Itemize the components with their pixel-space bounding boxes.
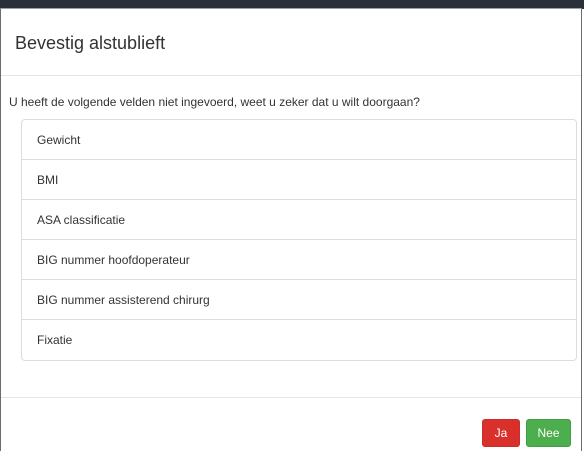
no-button[interactable]: Nee — [526, 419, 571, 447]
list-item: Fixatie — [37, 333, 73, 347]
list-item: Gewicht — [22, 120, 576, 160]
list-item: BMI — [22, 160, 576, 200]
missing-fields-list: Gewicht BMI ASA classificatie BIG nummer… — [21, 119, 577, 361]
dialog-footer: Ja Nee — [1, 397, 581, 452]
dialog-message: U heeft de volgende velden niet ingevoer… — [9, 95, 420, 109]
list-item: BIG nummer assisterend chirurg — [22, 280, 576, 320]
list-item: BIG nummer hoofdoperateur — [22, 240, 576, 280]
dialog-header: Bevestig alstublieft — [1, 9, 581, 76]
confirm-dialog: Bevestig alstublieft U heeft de volgende… — [0, 8, 582, 451]
dialog-title: Bevestig alstublieft — [15, 32, 166, 53]
list-item: ASA classificatie — [22, 200, 576, 240]
dialog-body: U heeft de volgende velden niet ingevoer… — [1, 76, 581, 361]
yes-button[interactable]: Ja — [482, 419, 520, 447]
